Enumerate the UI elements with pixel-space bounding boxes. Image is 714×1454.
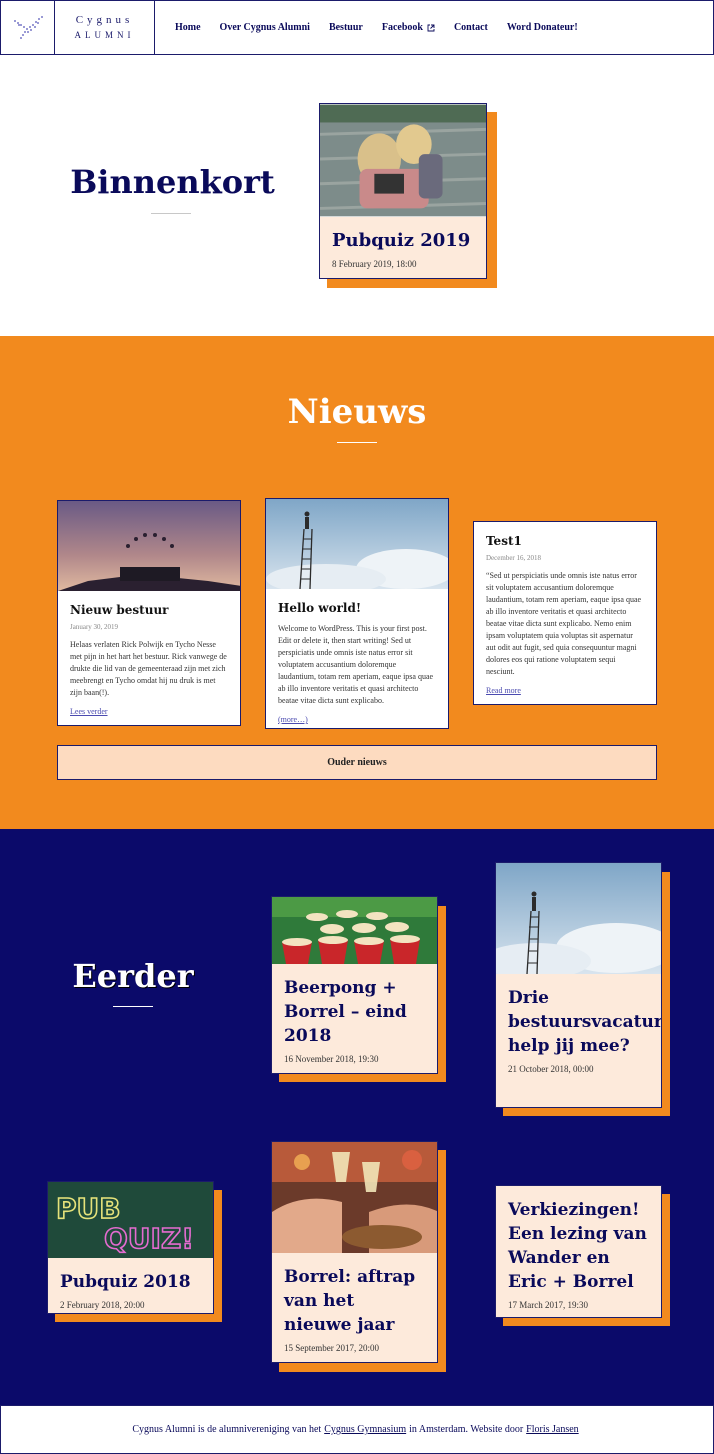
news-photo (266, 499, 448, 589)
event-date: 15 September 2017, 20:00 (284, 1343, 379, 1353)
news-excerpt: “Sed ut perspiciatis unde omnis iste nat… (486, 571, 642, 676)
event-card-body: Borrel: aftrap van het nieuwe jaar 15 Se… (272, 1253, 437, 1362)
swan-logo-icon[interactable] (1, 1, 55, 54)
upcoming-event-card[interactable]: Pubquiz 2019 8 February 2019, 18:00 (319, 103, 487, 279)
past-heading: Eerder (72, 957, 194, 995)
footer-text-2: in Amsterdam. Website door (409, 1424, 524, 1435)
svg-text:PUB: PUB (56, 1192, 121, 1225)
event-title[interactable]: Verkiezingen! Een lezing van Wander en E… (508, 1198, 649, 1294)
event-date: 17 March 2017, 19:30 (508, 1300, 588, 1310)
news-title[interactable]: Test1 (486, 534, 644, 548)
news-card-body: Hello world! Welcome to WordPress. This … (266, 589, 448, 728)
footer-text-1: Cygnus Alumni is de alumnivereniging van… (132, 1424, 322, 1435)
news-heading: Nieuws (287, 392, 427, 432)
heading-divider (151, 213, 191, 214)
nav-over[interactable]: Over Cygnus Alumni (220, 22, 310, 33)
news-card-body: Test1 December 16, 2018 “Sed ut perspici… (474, 522, 656, 704)
heading-divider (337, 442, 377, 443)
event-photo: PUB QUIZ! (48, 1182, 213, 1258)
event-card-body: Pubquiz 2019 8 February 2019, 18:00 (320, 217, 486, 278)
upcoming-section: Binnenkort Pubquiz 2019 8 February 2019,… (0, 55, 714, 336)
news-card[interactable]: Nieuw bestuur January 30, 2019 Helaas ve… (57, 500, 241, 726)
past-section: Eerder Beerpong + Borrel – eind 2018 16 … (0, 829, 714, 1405)
event-card-body: Pubquiz 2018 2 February 2018, 20:00 (48, 1258, 213, 1313)
logo-wordmark[interactable]: Cygnus alumni (55, 1, 155, 54)
event-title[interactable]: Drie bestuursvacatures: help jij mee? (508, 986, 661, 1058)
news-date: December 16, 2018 (486, 554, 542, 562)
event-card-body: Beerpong + Borrel – eind 2018 16 Novembe… (272, 964, 437, 1073)
event-photo (320, 104, 486, 217)
read-more-link[interactable]: Lees verder (70, 707, 108, 716)
news-title[interactable]: Nieuw bestuur (70, 603, 228, 617)
event-title[interactable]: Beerpong + Borrel – eind 2018 (284, 976, 425, 1048)
site-header: Cygnus alumni Home Over Cygnus Alumni Be… (0, 0, 714, 55)
site-footer: Cygnus Alumni is de alumnivereniging van… (0, 1405, 714, 1454)
nav-bestuur[interactable]: Bestuur (329, 22, 363, 33)
past-event-card[interactable]: Borrel: aftrap van het nieuwe jaar 15 Se… (271, 1141, 438, 1363)
event-date: 8 February 2019, 18:00 (332, 259, 417, 269)
logo-line-2: alumni (74, 29, 135, 40)
past-event-card[interactable]: Verkiezingen! Een lezing van Wander en E… (495, 1185, 662, 1318)
event-title[interactable]: Borrel: aftrap van het nieuwe jaar (284, 1265, 425, 1337)
read-more-link[interactable]: Read more (486, 686, 521, 695)
news-section: Nieuws Nieuw bestuur January 30, 2019 He… (0, 336, 714, 829)
news-excerpt: Helaas verlaten Rick Polwijk en Tycho Ne… (70, 640, 227, 697)
nav-facebook-label: Facebook (381, 22, 423, 33)
event-photo (272, 1142, 437, 1253)
footer-author-link[interactable]: Floris Jansen (526, 1424, 579, 1435)
nav-home[interactable]: Home (175, 22, 201, 33)
past-event-card[interactable]: PUB QUIZ! Pubquiz 2018 2 February 2018, … (47, 1181, 214, 1314)
news-excerpt: Welcome to WordPress. This is your first… (278, 624, 434, 705)
event-card-body: Verkiezingen! Een lezing van Wander en E… (496, 1186, 661, 1317)
past-event-card[interactable]: Drie bestuursvacatures: help jij mee? 21… (495, 862, 662, 1108)
event-title[interactable]: Pubquiz 2018 (60, 1270, 201, 1294)
event-date: 16 November 2018, 19:30 (284, 1054, 379, 1064)
news-title[interactable]: Hello world! (278, 601, 436, 615)
past-event-card[interactable]: Beerpong + Borrel – eind 2018 16 Novembe… (271, 896, 438, 1074)
heading-divider (113, 1006, 153, 1007)
event-date: 2 February 2018, 20:00 (60, 1300, 145, 1310)
news-card[interactable]: Hello world! Welcome to WordPress. This … (265, 498, 449, 729)
nav-facebook[interactable]: Facebook (382, 22, 435, 33)
event-date: 21 October 2018, 00:00 (508, 1064, 594, 1074)
event-photo (272, 897, 437, 964)
older-news-button[interactable]: Ouder nieuws (57, 745, 657, 780)
read-more-link[interactable]: (more…) (278, 715, 308, 724)
logo-line-1: Cygnus (75, 13, 134, 26)
news-date: January 30, 2019 (70, 623, 119, 631)
news-card[interactable]: Test1 December 16, 2018 “Sed ut perspici… (473, 521, 657, 705)
event-photo (496, 863, 661, 974)
news-photo (58, 501, 240, 591)
upcoming-heading: Binnenkort (70, 163, 275, 201)
event-card-body: Drie bestuursvacatures: help jij mee? 21… (496, 974, 661, 1107)
news-card-body: Nieuw bestuur January 30, 2019 Helaas ve… (58, 591, 240, 725)
svg-text:QUIZ!: QUIZ! (104, 1222, 194, 1255)
nav-donateur[interactable]: Word Donateur! (507, 22, 578, 33)
nav-contact[interactable]: Contact (454, 22, 488, 33)
footer-school-link[interactable]: Cygnus Gymnasium (324, 1424, 406, 1435)
external-link-icon (427, 24, 435, 31)
event-title[interactable]: Pubquiz 2019 (332, 229, 474, 253)
main-nav: Home Over Cygnus Alumni Bestuur Facebook… (155, 1, 597, 54)
